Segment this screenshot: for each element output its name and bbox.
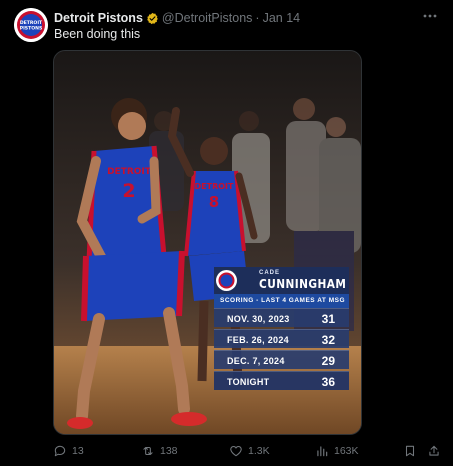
views-icon — [317, 446, 328, 457]
avatar-text-bottom: PISTONS — [20, 26, 43, 32]
verified-badge-icon[interactable] — [146, 12, 159, 25]
game-date: DEC. 7, 2024 — [227, 356, 285, 366]
stats-row: NOV. 30, 2023 31 — [214, 308, 349, 327]
stats-header: CADE CUNNINGHAM — [214, 267, 349, 294]
tweet-header: Detroit Pistons @DetroitPistons · Jan 14 — [54, 9, 300, 27]
avatar-text-top: DETROIT — [20, 20, 43, 26]
pistons-logo-icon — [216, 270, 237, 291]
separator-dot: · — [255, 11, 260, 25]
share-button[interactable] — [427, 441, 446, 461]
stats-row: DEC. 7, 2024 29 — [214, 350, 349, 369]
game-points: 29 — [321, 354, 335, 368]
like-count: 1.3K — [248, 445, 270, 457]
share-icon — [429, 445, 439, 456]
account-handle[interactable]: @DetroitPistons — [162, 11, 253, 25]
bookmark-button[interactable] — [403, 441, 422, 461]
reply-button[interactable]: 13 — [53, 441, 84, 461]
bookmark-icon — [405, 445, 415, 457]
game-date: FEB. 26, 2024 — [227, 335, 289, 345]
like-button[interactable]: 1.3K — [229, 441, 270, 461]
reply-count: 13 — [72, 445, 84, 457]
game-date: TONIGHT — [227, 377, 270, 387]
account-name[interactable]: Detroit Pistons — [54, 11, 143, 25]
stats-subtitle: SCORING - LAST 4 GAMES AT MSG — [214, 294, 349, 308]
repost-count: 138 — [160, 445, 178, 457]
stats-row-tonight: TONIGHT 36 — [214, 371, 349, 390]
views-button[interactable]: 163K — [315, 441, 359, 461]
views-count: 163K — [334, 445, 359, 457]
tweet-media[interactable]: DETROIT 8 DETROIT 2 CADE CUNNINGHAM SCOR… — [53, 50, 362, 435]
repost-icon — [143, 446, 153, 456]
more-icon[interactable] — [421, 7, 439, 25]
stats-row: FEB. 26, 2024 32 — [214, 329, 349, 348]
jersey-number-left: 2 — [122, 180, 135, 202]
tweet[interactable]: DETROIT PISTONS Detroit Pistons @Detroit… — [0, 0, 453, 466]
tweet-text: Been doing this — [54, 27, 141, 41]
jersey-text-left: DETROIT — [107, 167, 152, 177]
jersey-text-right: DETROIT — [195, 182, 235, 191]
repost-button[interactable]: 138 — [141, 441, 178, 461]
player-first-name: CADE — [259, 270, 281, 276]
game-points: 32 — [321, 333, 335, 347]
game-date: NOV. 30, 2023 — [227, 314, 290, 324]
stats-graphic: CADE CUNNINGHAM SCORING - LAST 4 GAMES A… — [214, 267, 349, 394]
player-last-name: CUNNINGHAM — [259, 277, 347, 291]
game-points: 36 — [321, 375, 335, 389]
reply-icon — [54, 445, 66, 457]
tweet-date[interactable]: Jan 14 — [263, 11, 301, 25]
jersey-number-right: 8 — [209, 193, 219, 211]
tweet-actions: 13 138 1.3K 163K — [53, 441, 443, 461]
avatar[interactable]: DETROIT PISTONS — [14, 8, 48, 42]
game-points: 31 — [321, 312, 335, 326]
like-icon — [230, 446, 242, 457]
